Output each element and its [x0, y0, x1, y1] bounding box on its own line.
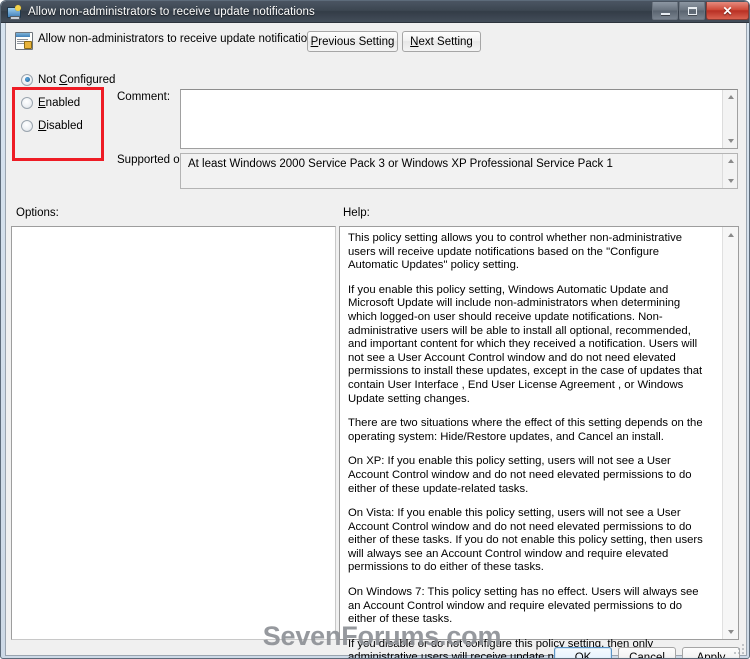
- scroll-down-icon[interactable]: [723, 174, 738, 188]
- scroll-up-icon[interactable]: [723, 227, 738, 242]
- help-pane: This policy setting allows you to contro…: [339, 226, 739, 658]
- help-paragraph: There are two situations where the effec…: [348, 417, 703, 443]
- window-icon: [6, 4, 22, 20]
- help-text: This policy setting allows you to contro…: [348, 232, 710, 658]
- supported-on-value: At least Windows 2000 Service Pack 3 or …: [188, 158, 613, 170]
- options-pane[interactable]: [11, 226, 336, 640]
- next-setting-button[interactable]: Next Setting: [402, 31, 481, 52]
- scroll-up-icon[interactable]: [723, 154, 738, 168]
- comment-scrollbar[interactable]: [722, 90, 737, 148]
- previous-setting-button[interactable]: Previous Setting: [307, 31, 398, 52]
- help-paragraph: On XP: If you enable this policy setting…: [348, 455, 692, 495]
- radio-indicator: [21, 96, 33, 109]
- policy-setting-icon: [15, 32, 33, 50]
- minimize-button[interactable]: [652, 2, 678, 20]
- supported-on-label: Supported on:: [117, 154, 190, 166]
- close-icon: ✕: [722, 3, 733, 18]
- scroll-down-icon[interactable]: [723, 624, 738, 639]
- radio-not-configured[interactable]: Not Configured: [21, 72, 115, 87]
- scroll-up-icon[interactable]: [723, 90, 738, 104]
- ok-button-label: OK: [574, 652, 592, 659]
- policy-title: Allow non-administrators to receive upda…: [38, 33, 320, 45]
- dialog-client-area: Allow non-administrators to receive upda…: [5, 23, 747, 659]
- resize-grip[interactable]: [732, 642, 744, 654]
- apply-button-label: Apply: [696, 652, 726, 659]
- close-button[interactable]: ✕: [706, 2, 749, 20]
- policy-state-group: Not Configured Enabled Disabled: [15, 67, 115, 139]
- comment-label: Comment:: [117, 91, 171, 103]
- radio-enabled[interactable]: Enabled: [21, 95, 80, 110]
- radio-not-configured-label: Not Configured: [38, 73, 116, 86]
- help-paragraph: If you enable this policy setting, Windo…: [348, 283, 703, 405]
- comment-input[interactable]: [180, 89, 738, 149]
- ok-button[interactable]: OK: [554, 647, 612, 659]
- minimize-icon: [660, 12, 670, 15]
- window-controls: ✕: [652, 1, 749, 21]
- cancel-button-label: Cancel: [629, 652, 665, 659]
- help-paragraph: On Vista: If you enable this policy sett…: [348, 507, 703, 574]
- radio-disabled-label: Disabled: [38, 119, 83, 132]
- help-scrollbar[interactable]: [722, 227, 738, 639]
- maximize-icon: [687, 6, 697, 15]
- radio-disabled[interactable]: Disabled: [21, 118, 83, 133]
- help-label: Help:: [343, 207, 370, 219]
- radio-indicator: [21, 119, 33, 132]
- window-title: Allow non-administrators to receive upda…: [28, 5, 315, 18]
- cancel-button[interactable]: Cancel: [618, 647, 676, 659]
- radio-enabled-label: Enabled: [38, 96, 81, 109]
- supported-on-field: At least Windows 2000 Service Pack 3 or …: [180, 153, 738, 189]
- title-bar[interactable]: Allow non-administrators to receive upda…: [1, 1, 749, 23]
- options-label: Options:: [16, 207, 59, 219]
- supported-on-scrollbar[interactable]: [722, 154, 737, 188]
- scroll-down-icon[interactable]: [723, 134, 738, 148]
- help-paragraph: On Windows 7: This policy setting has no…: [348, 586, 699, 626]
- help-paragraph: This policy setting allows you to contro…: [348, 232, 683, 272]
- policy-setting-dialog: Allow non-administrators to receive upda…: [0, 0, 750, 659]
- policy-header: Allow non-administrators to receive upda…: [6, 23, 746, 59]
- radio-indicator: [21, 73, 33, 86]
- maximize-button[interactable]: [679, 2, 705, 20]
